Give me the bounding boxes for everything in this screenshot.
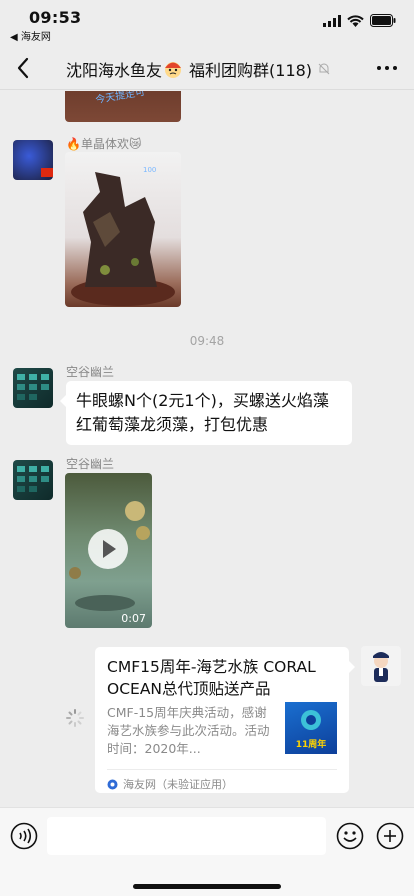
- link-card-thumbnail: 11周年: [285, 702, 337, 754]
- svg-text:100: 100: [143, 166, 156, 174]
- image-caption: 今天提走可: [94, 91, 146, 107]
- avatar[interactable]: [13, 140, 53, 180]
- text-message-bubble[interactable]: 牛眼螺N个(2元1个)，买螺送火焰藻红葡萄藻龙须藻，打包优惠: [60, 381, 352, 445]
- card-divider: [107, 769, 337, 770]
- more-dots-icon[interactable]: [376, 58, 398, 78]
- chat-title-prefix: 沈阳海水鱼友: [66, 61, 163, 80]
- sender-name: 空谷幽兰: [66, 457, 115, 471]
- battery-icon: [370, 14, 396, 27]
- avatar[interactable]: [13, 460, 53, 500]
- sender-name: 空谷幽兰: [66, 365, 115, 379]
- status-back-app[interactable]: ◀ 海友网: [10, 28, 51, 43]
- sender-name: 🔥单晶体欢😿: [66, 137, 142, 151]
- voice-icon[interactable]: [10, 822, 38, 850]
- link-card-message[interactable]: CMF15周年-海艺水族 CORAL OCEAN总代顶贴送产品 CMF-15周年…: [95, 647, 355, 793]
- own-avatar[interactable]: [361, 646, 401, 686]
- loading-spinner-icon: [66, 709, 84, 727]
- time-divider: 09:48: [189, 334, 225, 348]
- thumbnail-label: 11周年: [295, 740, 327, 750]
- plus-icon[interactable]: [376, 822, 404, 850]
- chat-title-suffix: 福利团购群(118): [189, 61, 313, 80]
- link-card-source-label: 海友网（未验证应用）: [123, 778, 233, 791]
- chevron-left-icon[interactable]: [12, 54, 36, 82]
- partial-image-message[interactable]: 今天提走可: [65, 91, 181, 122]
- signal-icon: [323, 14, 341, 27]
- input-bar: [0, 807, 414, 896]
- coral-rock-image: 100: [71, 166, 175, 306]
- message-input[interactable]: [47, 817, 326, 855]
- chat-header: 沈阳海水鱼友 福利团购群(118): [0, 46, 414, 90]
- chat-title: 沈阳海水鱼友 福利团购群(118): [66, 57, 331, 81]
- video-duration: 0:07: [121, 612, 146, 625]
- play-icon[interactable]: [88, 529, 128, 569]
- app-logo-icon: [107, 779, 118, 789]
- emoji-icon[interactable]: [336, 822, 364, 850]
- link-card-source: 海友网（未验证应用）: [107, 776, 233, 792]
- wifi-icon: [347, 14, 364, 27]
- status-time: 09:53: [29, 8, 82, 27]
- video-message[interactable]: 0:07: [65, 473, 152, 628]
- mute-bell-icon: [318, 63, 330, 75]
- chat-messages[interactable]: 今天提走可 🔥单晶体欢😿 100 09:48 空谷幽兰 牛眼螺N个(2元1个)，…: [0, 91, 414, 807]
- status-icons: [323, 14, 396, 27]
- angry-face-icon: [163, 59, 183, 79]
- avatar[interactable]: [13, 368, 53, 408]
- home-indicator[interactable]: [133, 884, 281, 889]
- status-bar: 09:53 ◀ 海友网: [0, 0, 414, 46]
- link-card-title: CMF15周年-海艺水族 CORAL OCEAN总代顶贴送产品: [107, 658, 316, 698]
- link-card-description: CMF-15周年庆典活动，感谢海艺水族参与此次活动。活动时间：2020年...: [107, 705, 270, 756]
- image-message[interactable]: 100: [65, 152, 181, 307]
